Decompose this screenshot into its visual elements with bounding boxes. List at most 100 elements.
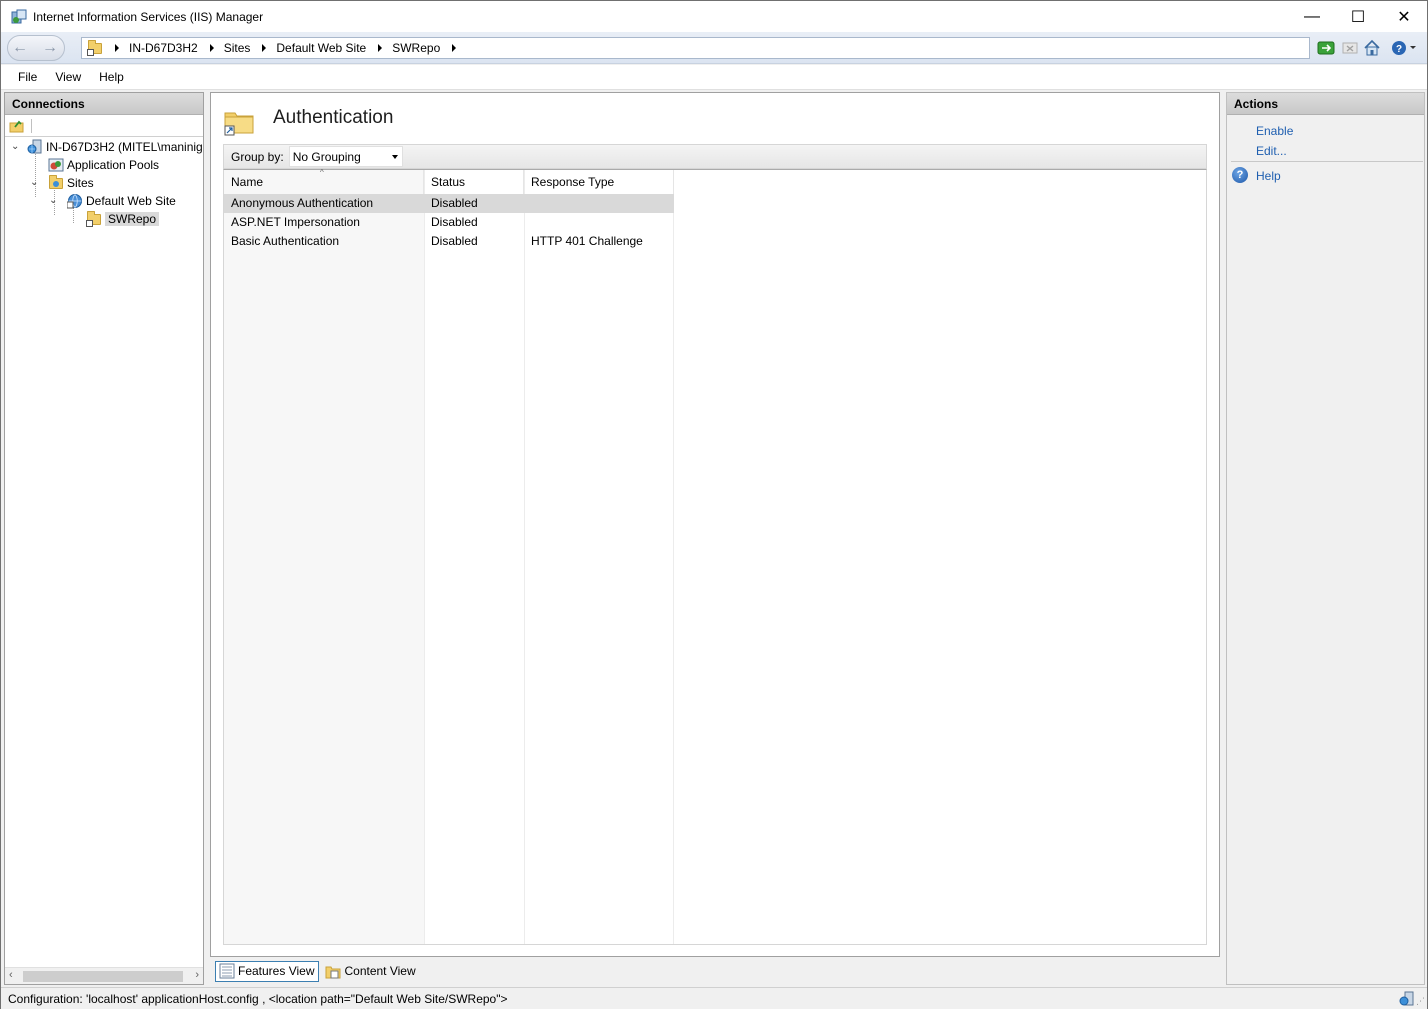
menu-view[interactable]: View <box>47 70 89 84</box>
list-item[interactable]: Basic Authentication Disabled HTTP 401 C… <box>224 232 674 251</box>
list-item[interactable]: Anonymous Authentication Disabled <box>224 194 674 213</box>
cell-status: Disabled <box>431 196 478 210</box>
group-by-value: No Grouping <box>292 149 361 164</box>
folder-shortcut-icon <box>87 40 103 56</box>
breadcrumb[interactable]: IN-D67D3H2 Sites Default Web Site SWRepo <box>81 37 1310 59</box>
cell-name: Anonymous Authentication <box>231 196 374 210</box>
resize-grip-icon[interactable]: ⋰ <box>1416 996 1426 1006</box>
tree-item-sites[interactable]: ⌄ Sites <box>30 174 94 192</box>
iis-manager-window: Internet Information Services (IIS) Mana… <box>0 0 1428 1009</box>
features-view-icon <box>219 963 235 979</box>
server-icon <box>27 139 43 155</box>
page-title: Authentication <box>273 107 394 128</box>
actions-header: Actions <box>1227 93 1424 115</box>
tab-content-view-label: Content View <box>344 964 416 978</box>
title-bar: Internet Information Services (IIS) Mana… <box>1 1 1427 32</box>
connections-horizontal-scrollbar[interactable]: ‹ › <box>5 967 203 984</box>
minimize-icon: — <box>1304 7 1320 25</box>
dropdown-arrow-icon <box>391 155 398 159</box>
cell-name: Basic Authentication <box>231 234 340 248</box>
actions-separator <box>1231 161 1423 162</box>
breadcrumb-item-swrepo[interactable]: SWRepo <box>392 41 440 55</box>
home-icon[interactable] <box>1363 39 1381 57</box>
cell-status: Disabled <box>431 215 478 229</box>
connections-panel: Connections ⌄ IN-D67D3H2 (MITEL\maninig <box>4 92 204 985</box>
status-server-icon <box>1399 991 1415 1007</box>
help-action-link[interactable]: Help <box>1256 169 1281 183</box>
actions-panel: Actions Enable Edit... ? Help <box>1226 92 1425 985</box>
status-column-background <box>424 170 524 944</box>
svg-text:?: ? <box>1396 44 1402 55</box>
breadcrumb-separator-icon <box>262 44 267 52</box>
tree-item-server[interactable]: ⌄ IN-D67D3H2 (MITEL\maninig <box>11 138 203 156</box>
iis-app-icon <box>11 9 27 25</box>
breadcrumb-item-default-web-site[interactable]: Default Web Site <box>276 41 366 55</box>
globe-icon <box>66 193 83 209</box>
forward-button[interactable]: → <box>38 36 62 60</box>
cell-response-type: HTTP 401 Challenge <box>531 234 643 248</box>
chevron-down-icon[interactable]: ⌄ <box>49 196 59 206</box>
application-pools-icon <box>48 157 64 173</box>
refresh-icon[interactable] <box>1317 39 1335 57</box>
folder-shortcut-icon <box>86 211 102 227</box>
authentication-folder-icon <box>223 105 255 137</box>
breadcrumb-item-sites[interactable]: Sites <box>224 41 251 55</box>
connections-header: Connections <box>5 93 203 115</box>
chevron-down-icon[interactable]: ⌄ <box>30 178 40 188</box>
connect-icon[interactable] <box>9 118 25 134</box>
tab-features-view[interactable]: Features View <box>215 960 320 982</box>
tree-label-default-web-site: Default Web Site <box>86 194 176 208</box>
minimize-button[interactable]: — <box>1289 1 1335 32</box>
tree-label-swrepo: SWRepo <box>105 212 160 226</box>
tab-content-view[interactable]: Content View <box>322 961 419 982</box>
cell-response-type <box>524 213 674 232</box>
enable-action-link[interactable]: Enable <box>1256 124 1293 138</box>
group-by-label: Group by: <box>231 149 284 164</box>
menu-file[interactable]: File <box>10 70 45 84</box>
forward-arrow-icon: → <box>42 39 58 56</box>
maximize-button[interactable]: ☐ <box>1335 1 1381 32</box>
close-icon: ✕ <box>1397 8 1411 26</box>
column-header-response-type[interactable]: Response Type <box>524 170 674 194</box>
list-item[interactable]: ASP.NET Impersonation Disabled <box>224 213 674 232</box>
tree-label-server: IN-D67D3H2 (MITEL\maninig <box>46 140 203 154</box>
breadcrumb-separator-icon <box>452 44 457 52</box>
menu-help[interactable]: Help <box>91 70 132 84</box>
scroll-left-icon[interactable]: ‹ <box>9 969 13 981</box>
tree-item-application-pools[interactable]: Application Pools <box>48 156 159 174</box>
maximize-icon: ☐ <box>1350 8 1366 26</box>
content-view-icon <box>325 963 341 979</box>
column-header-name[interactable]: ^ Name <box>224 169 424 194</box>
tree-label-application-pools: Application Pools <box>67 158 160 172</box>
help-dropdown-icon[interactable]: ? <box>1391 39 1416 57</box>
list-header: ^ Name Status Response Type <box>224 169 674 194</box>
column-header-status[interactable]: Status <box>424 170 524 194</box>
view-tabs: Features View Content View <box>215 960 423 982</box>
group-by-select[interactable]: No Grouping <box>288 146 403 167</box>
tree-label-sites: Sites <box>67 176 94 190</box>
tree-item-default-web-site[interactable]: ⌄ Default Web Site <box>49 192 176 210</box>
authentication-list: ^ Name Status Response Type Anonymous Au… <box>223 169 1207 945</box>
stop-icon[interactable] <box>1341 39 1359 57</box>
toolbar-separator <box>31 119 32 133</box>
cell-response-type <box>524 194 674 213</box>
response-column-background <box>524 170 674 944</box>
window-title: Internet Information Services (IIS) Mana… <box>33 9 264 24</box>
breadcrumb-item-server[interactable]: IN-D67D3H2 <box>129 41 198 55</box>
connections-toolbar <box>5 115 203 137</box>
help-icon: ? <box>1232 167 1248 183</box>
back-button[interactable]: ← <box>8 36 32 60</box>
tree-item-swrepo[interactable]: SWRepo <box>86 210 160 228</box>
breadcrumb-separator-icon <box>378 44 383 52</box>
scroll-right-icon[interactable]: › <box>195 969 199 981</box>
edit-action-link[interactable]: Edit... <box>1256 144 1287 158</box>
close-button[interactable]: ✕ <box>1381 1 1427 32</box>
address-bar: ← → IN-D67D3H2 Sites Default Web Site SW… <box>1 32 1427 64</box>
name-column-background <box>224 170 424 944</box>
cell-status: Disabled <box>431 234 478 248</box>
sites-folder-icon <box>48 175 64 191</box>
menu-bar: File View Help <box>1 65 1427 90</box>
scrollbar-thumb[interactable] <box>23 971 183 982</box>
chevron-down-icon[interactable]: ⌄ <box>11 142 21 152</box>
breadcrumb-separator-icon <box>115 44 119 52</box>
